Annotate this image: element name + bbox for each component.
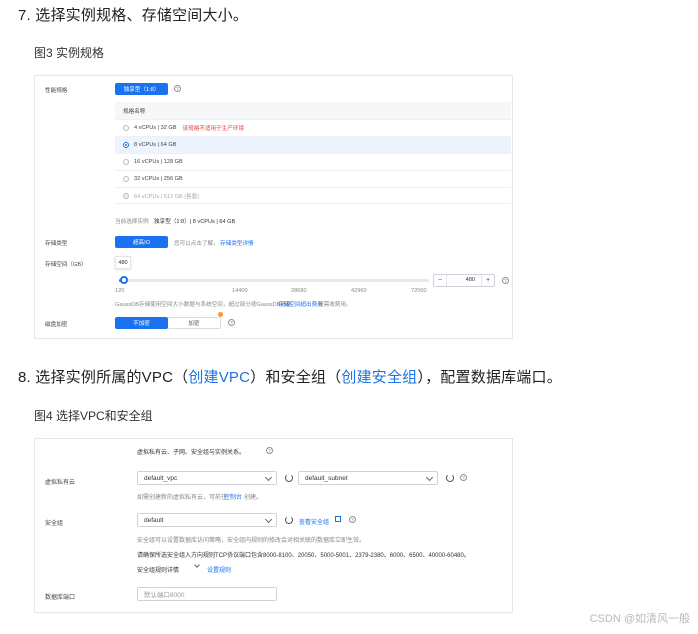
help-icon[interactable]: ? (460, 474, 467, 481)
step-8-heading: 8. 选择实例所属的VPC（创建VPC）和安全组（创建安全组），配置数据库端口。 (18, 366, 562, 387)
watermark: CSDN @如清风一般 (589, 613, 690, 625)
step-7-heading: 7. 选择实例规格、存储空间大小。 (18, 7, 249, 24)
slider-tick-label: 72000 (411, 288, 427, 294)
performance-spec-button[interactable]: 独享型（1:8） (115, 83, 168, 95)
spec-row-label: 64 vCPUs | 512 GB (售罄) (134, 193, 200, 200)
figure-4-caption: 图4 选择VPC和安全组 (34, 409, 153, 423)
spec-row-label: 32 vCPUs | 256 GB (134, 176, 183, 182)
help-icon[interactable]: ? (174, 85, 181, 92)
stepper-value[interactable]: 480 (446, 275, 482, 286)
view-security-group-link[interactable]: 查看安全组 (299, 517, 329, 526)
vpc-select[interactable]: default_vpc (137, 471, 277, 485)
notice-dot-icon (218, 312, 223, 317)
slider-tick-label: 14400 (232, 288, 248, 294)
vpc-hint-suffix: 创建。 (244, 495, 263, 501)
slider-tick-label: 120 (115, 288, 125, 294)
refresh-icon[interactable] (285, 474, 293, 482)
slider-tick-label: 42960 (351, 288, 367, 294)
database-port-input[interactable]: 默认端口8000 (137, 587, 277, 601)
help-icon[interactable]: ? (266, 447, 273, 454)
create-security-group-link[interactable]: 创建安全组 (341, 369, 417, 386)
chevron-down-icon[interactable] (194, 562, 200, 568)
stepper-plus-button[interactable]: + (482, 277, 494, 284)
chevron-down-icon (264, 473, 273, 482)
radio-icon[interactable] (123, 142, 129, 148)
storage-type-label: 存储类型 (45, 241, 68, 247)
database-port-placeholder: 默认端口8000 (144, 592, 185, 599)
storage-space-label: 存储空间（GB） (45, 262, 87, 268)
no-encryption-button[interactable]: 不加密 (115, 317, 168, 329)
refresh-icon[interactable] (446, 474, 454, 482)
refresh-icon[interactable] (285, 516, 293, 524)
vpc-hint-text: 如需创建新的虚拟私有云，可前往 (137, 495, 228, 501)
vpc-relation-text: 虚拟私有云、子网、安全组与实例关系。 (137, 450, 246, 456)
performance-spec-label: 性能规格 (45, 88, 68, 94)
spec-row-label: 16 vCPUs | 128 GB (134, 159, 183, 165)
stepper-minus-button[interactable]: − (434, 277, 446, 284)
current-selection-label: 当前选择实例 (115, 219, 149, 225)
security-group-hint: 安全组可以设置数据库访问策略，安全组内规则的修改会对相关联的数据库立即生效。 (137, 538, 366, 544)
spec-row-disabled: 64 vCPUs | 512 GB (售罄) (115, 187, 511, 204)
storage-stepper[interactable]: − 480 + (433, 274, 495, 287)
figure-3-caption: 图3 实例规格 (34, 46, 105, 60)
radio-icon[interactable] (123, 159, 129, 165)
spec-row-warning: 该规格不适用于生产环境 (182, 126, 245, 132)
security-group-detail-label: 安全组规则详情 (137, 568, 180, 574)
step-8-suffix: ），配置数据库端口。 (417, 369, 562, 386)
storage-hint-text: GaussDB存储使用空间大小数据与系统空间，超过部分按GaussDB超额 (115, 302, 292, 308)
database-port-label: 数据库端口 (45, 595, 76, 601)
security-group-value: default (144, 516, 164, 524)
storage-type-hint: 您可以点击了解， (174, 241, 219, 247)
storage-type-link[interactable]: 存储类型详情 (220, 239, 254, 247)
encryption-button[interactable]: 加密 (168, 317, 221, 329)
create-vpc-link[interactable]: 创建VPC (188, 369, 250, 386)
help-icon[interactable]: ? (228, 319, 235, 326)
storage-slider-track[interactable] (119, 276, 429, 284)
console-link[interactable]: 控制台 (224, 492, 242, 501)
storage-value-tooltip: 480 (115, 256, 131, 269)
spec-row-selected[interactable]: 8 vCPUs | 64 GB (115, 136, 511, 153)
vpc-label: 虚拟私有云 (45, 480, 76, 486)
help-icon[interactable]: ? (349, 516, 356, 523)
current-selection-value: 独享型（1:8）| 8 vCPUs | 64 GB (154, 219, 236, 225)
storage-type-button[interactable]: 超高IO (115, 236, 168, 248)
security-group-rule-note: 请确保所选安全组入方向规则TCP协议端口包含8000-8100、20050、50… (137, 553, 470, 559)
storage-hint-suffix: 按需收费用。 (318, 302, 352, 308)
spec-row-label: 8 vCPUs | 64 GB (134, 142, 177, 148)
subnet-select[interactable]: default_subnet (298, 471, 438, 485)
vpc-select-value: default_vpc (144, 474, 178, 482)
spec-table-header: 规格名称 (115, 102, 511, 119)
spec-row[interactable]: 4 vCPUs | 32 GB 该规格不适用于生产环境 (115, 119, 511, 136)
external-link-icon[interactable] (335, 516, 341, 522)
instance-spec-panel: 性能规格 独享型（1:8） ? 规格名称 4 vCPUs | 32 GB 该规格… (34, 75, 513, 339)
vpc-security-group-panel: 虚拟私有云、子网、安全组与实例关系。 ? 虚拟私有云 default_vpc d… (34, 438, 513, 613)
security-group-label: 安全组 (45, 521, 64, 527)
help-icon[interactable]: ? (502, 277, 509, 284)
subnet-select-value: default_subnet (305, 474, 348, 482)
slider-tick-label: 28680 (291, 288, 307, 294)
radio-icon (123, 192, 129, 199)
disk-encryption-label: 磁盘加密 (45, 322, 68, 328)
set-rules-link[interactable]: 设置规则 (207, 565, 231, 574)
chevron-down-icon (425, 473, 434, 482)
storage-overage-link[interactable]: 存储空间超出费用 (278, 300, 323, 308)
radio-icon[interactable] (123, 176, 129, 182)
step-8-prefix: 8. 选择实例所属的VPC（ (18, 369, 189, 386)
storage-slider-thumb[interactable] (120, 276, 129, 284)
radio-icon[interactable] (123, 125, 129, 131)
chevron-down-icon (264, 515, 273, 524)
security-group-select[interactable]: default (137, 513, 277, 527)
spec-row[interactable]: 16 vCPUs | 128 GB (115, 153, 511, 170)
step-8-mid: ）和安全组（ (250, 369, 342, 386)
spec-row-label: 4 vCPUs | 32 GB (134, 125, 177, 131)
spec-name-column-header: 规格名称 (123, 108, 146, 115)
spec-row[interactable]: 32 vCPUs | 256 GB (115, 170, 511, 187)
